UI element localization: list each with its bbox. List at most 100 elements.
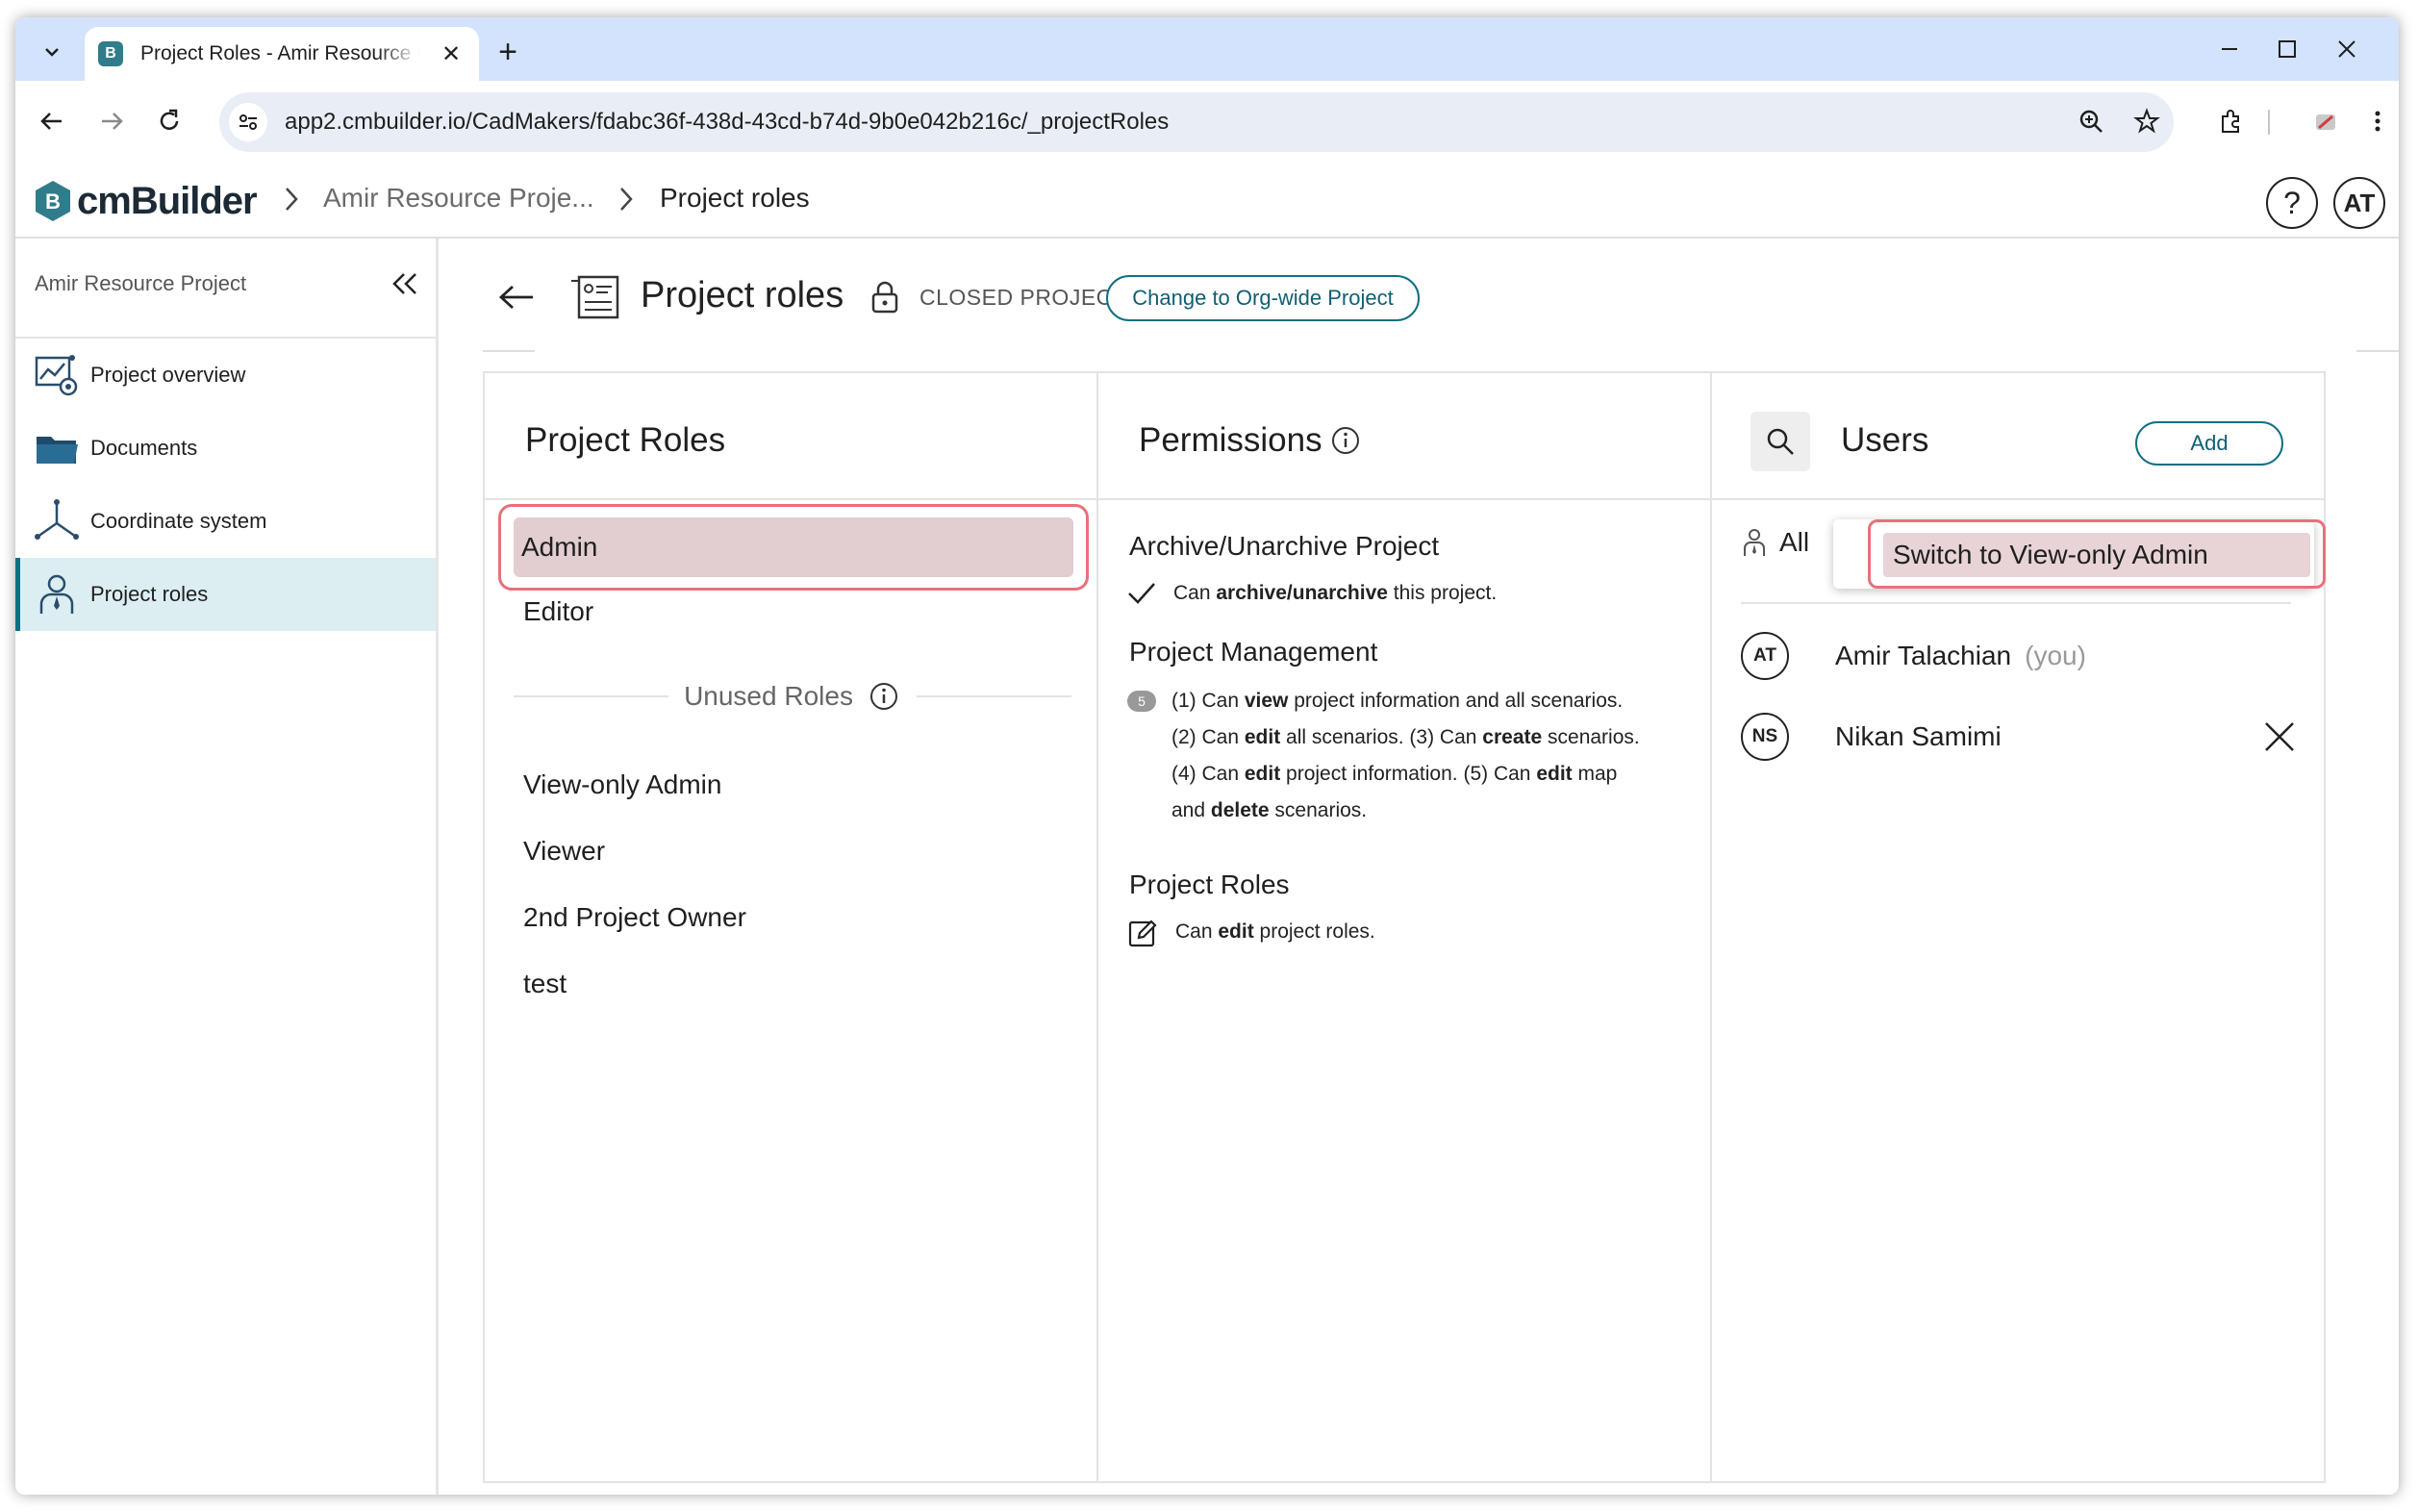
edit-icon [1128, 920, 1157, 947]
sidebar-item-label: Project roles [90, 582, 209, 606]
permission-count-badge: 5 [1127, 691, 1156, 712]
panel-title: Permissions [1139, 421, 1322, 459]
remove-user-button[interactable] [2260, 718, 2299, 756]
sidebar-item-label: Documents [90, 436, 198, 460]
users-filter-icon [1744, 529, 1765, 556]
check-icon [1128, 583, 1155, 604]
page-header: Project roles CLOSED PROJECT Change to O… [439, 239, 2399, 350]
sidebar-item-coordinate-system[interactable]: Coordinate system [15, 485, 436, 558]
profile-extension-icon[interactable] [2303, 98, 2349, 144]
search-icon [1767, 428, 1794, 455]
panel-header: Permissions [1098, 373, 1710, 500]
arrow-left-icon [498, 285, 533, 310]
permission-section-title: Archive/Unarchive Project [1129, 531, 1440, 561]
cmbuilder-logo-icon: B [36, 181, 70, 221]
chevron-right-icon [620, 188, 633, 211]
chevron-right-icon [286, 188, 298, 211]
arrow-left-icon [40, 113, 62, 130]
sidebar-item-project-overview[interactable]: Project overview [15, 339, 436, 412]
role-item-admin[interactable]: Admin [514, 517, 1073, 577]
axes-icon [33, 497, 81, 545]
user-filter[interactable]: All [1741, 527, 1809, 558]
user-avatar-button[interactable]: AT [2333, 177, 2385, 229]
double-chevron-left-icon [392, 273, 416, 294]
chevron-down-icon [45, 48, 59, 57]
close-icon [2338, 40, 2355, 58]
tab-strip: B Project Roles - Amir Resource P ✕ + [15, 17, 2399, 81]
cmbuilder-favicon-icon: B [98, 41, 123, 66]
unused-roles-divider: Unused Roles [514, 677, 1071, 716]
zoom-icon[interactable] [2068, 98, 2114, 144]
forward-button[interactable] [88, 98, 135, 144]
reload-icon [160, 109, 179, 130]
divider-line [916, 695, 1071, 697]
new-tab-button[interactable]: + [487, 31, 529, 73]
browser-tab[interactable]: B Project Roles - Amir Resource P ✕ [85, 27, 479, 81]
header-underline [483, 350, 535, 352]
role-item-view-only-admin[interactable]: View-only Admin [523, 769, 721, 800]
panel-header: Users Add [1712, 373, 2324, 500]
back-button[interactable] [29, 98, 75, 144]
breadcrumb-project[interactable]: Amir Resource Proje... [323, 183, 594, 214]
permission-text: Can edit project roles. [1175, 920, 1375, 943]
divider-line [514, 695, 669, 697]
sidebar-item-documents[interactable]: Documents [15, 412, 436, 485]
change-to-org-wide-button[interactable]: Change to Org-wide Project [1106, 275, 1420, 321]
page-back-button[interactable] [492, 273, 541, 321]
close-window-button[interactable] [2308, 17, 2385, 81]
info-icon[interactable] [1330, 425, 1361, 456]
tab-title: Project Roles - Amir Resource P [140, 42, 419, 64]
user-name: Amir Talachian [1835, 641, 2012, 670]
permission-text: (1) Can view project information and all… [1171, 690, 1640, 821]
permission-section-title: Project Management [1129, 637, 1378, 667]
permission-text: Can archive/unarchive this project. [1173, 582, 1498, 604]
browser-window: B Project Roles - Amir Resource P ✕ + ap… [15, 17, 2399, 1495]
maximize-icon [2279, 40, 2296, 58]
sidebar-item-project-roles[interactable]: Project roles [15, 558, 436, 631]
site-settings-icon[interactable] [229, 103, 267, 141]
roles-document-icon [571, 275, 619, 319]
role-item-test[interactable]: test [523, 969, 567, 999]
sidebar-project-title: Amir Resource Project [35, 271, 247, 295]
permission-section-title: Project Roles [1129, 869, 1290, 899]
browser-menu-icon[interactable] [2355, 98, 2399, 144]
address-bar[interactable]: app2.cmbuilder.io/CadMakers/fdabc36f-438… [219, 92, 2174, 152]
svg-text:B: B [45, 189, 61, 214]
bookmark-star-icon[interactable] [2124, 98, 2170, 144]
browser-toolbar: app2.cmbuilder.io/CadMakers/fdabc36f-438… [15, 81, 2399, 164]
role-item-viewer[interactable]: Viewer [523, 836, 605, 867]
add-user-button[interactable]: Add [2135, 421, 2283, 466]
info-icon[interactable] [869, 681, 899, 712]
app-header: B cmBuilder Amir Resource Proje... Proje… [15, 164, 2399, 239]
close-tab-icon[interactable]: ✕ [437, 40, 466, 68]
close-icon [2265, 722, 2294, 751]
minimize-icon [2222, 48, 2237, 50]
collapse-sidebar-button[interactable] [381, 260, 429, 308]
switch-to-view-only-admin-menu-item[interactable]: Switch to View-only Admin [1883, 533, 2310, 577]
user-name: Nikan Samimi [1835, 721, 2002, 751]
sidebar-item-label: Project overview [90, 363, 246, 387]
you-label: (you) [2025, 641, 2086, 670]
reload-button[interactable] [146, 98, 192, 144]
folder-icon [33, 424, 81, 472]
avatar: AT [1741, 632, 1789, 680]
cmbuilder-logo[interactable]: B cmBuilder [33, 179, 258, 223]
panel-title-row: Permissions [1139, 421, 1361, 460]
avatar: NS [1741, 713, 1789, 761]
tab-search-button[interactable] [31, 31, 73, 73]
sidebar: Amir Resource Project Project overview D… [15, 239, 439, 1495]
search-users-button[interactable] [1751, 412, 1810, 471]
role-item-2nd-project-owner[interactable]: 2nd Project Owner [523, 902, 746, 933]
arrow-right-icon [102, 113, 123, 130]
lock-icon [871, 281, 898, 314]
header-underline [2356, 350, 2399, 352]
toolbar-divider [2268, 110, 2270, 135]
role-item-editor[interactable]: Editor [523, 596, 593, 627]
sidebar-item-label: Coordinate system [90, 509, 267, 533]
panel-title: Project Roles [525, 421, 726, 459]
extensions-icon[interactable] [2208, 98, 2254, 144]
user-row: AT Amir Talachian (you) [1741, 627, 2299, 685]
unused-roles-label: Unused Roles [684, 681, 853, 711]
help-button[interactable]: ? [2266, 177, 2318, 229]
overview-icon [33, 351, 81, 399]
